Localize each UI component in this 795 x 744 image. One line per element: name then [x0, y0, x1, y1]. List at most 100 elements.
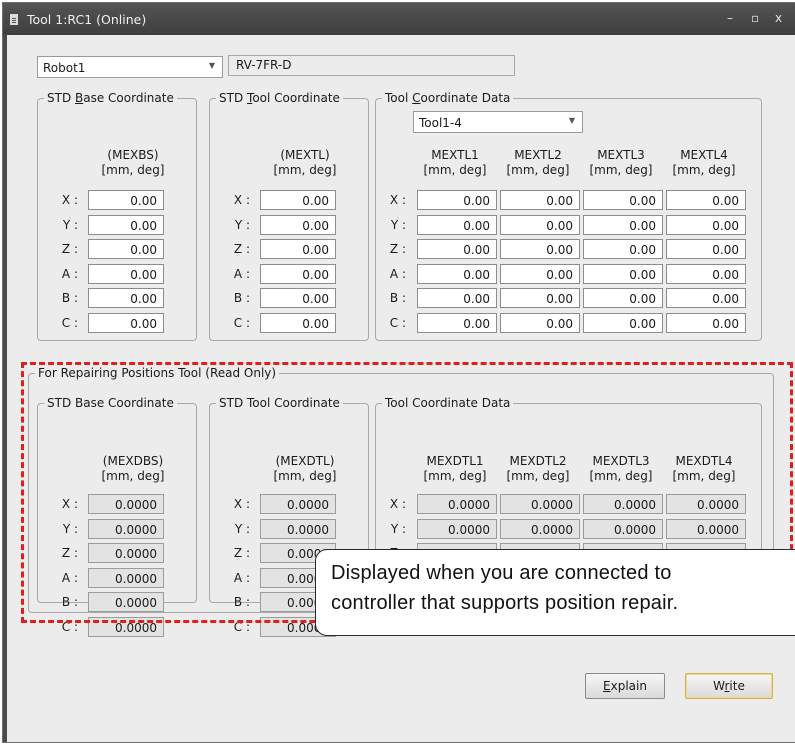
- tool-data-column-header: MEXTL3 [mm, deg]: [579, 148, 663, 178]
- std-tool-value-field[interactable]: 0.00: [260, 214, 336, 235]
- tool-data-value-field[interactable]: 0.00: [583, 312, 663, 333]
- tool-data-column-unit: [mm, deg]: [672, 163, 736, 177]
- repair-tool-data-value-field: 0.0000: [417, 494, 497, 514]
- minimize-button[interactable]: –: [727, 11, 733, 25]
- robot-select[interactable]: Robot1 ▼: [37, 56, 223, 78]
- repair-std-base-axis-label: C :: [61, 619, 78, 634]
- repair-tool-data-value-field: 0.0000: [417, 518, 497, 539]
- tool-data-value-field[interactable]: 0.00: [666, 288, 746, 308]
- repair-tool-data-title: Tool Coordinate Data: [382, 396, 514, 410]
- tool-data-value-field[interactable]: 0.00: [500, 214, 580, 235]
- repair-std-tool-value-field: 0.0000: [260, 518, 336, 539]
- callout-line-2: controller that supports position repair…: [331, 592, 679, 614]
- tool-data-value-field[interactable]: 0.00: [500, 190, 580, 210]
- std-tool-value-field[interactable]: 0.00: [260, 263, 336, 284]
- std-tool-axis-label: A :: [233, 266, 250, 281]
- tool-data-column-unit: [mm, deg]: [589, 163, 653, 177]
- std-base-coordinate-group: STD Base Coordinate (MEXBS) [mm, deg] X :…: [37, 91, 197, 341]
- explain-button[interactable]: Explain: [585, 673, 665, 699]
- repair-tool-data-column-name: MEXDTL3: [592, 454, 650, 468]
- repair-tool-data-column-unit: [mm, deg]: [589, 469, 653, 483]
- window-title: Tool 1:RC1 (Online): [27, 12, 147, 27]
- repair-std-tool-axis-label: Y :: [234, 521, 250, 536]
- std-base-axis-label: A :: [61, 266, 78, 281]
- repair-std-base-axis-label: A :: [61, 570, 78, 585]
- std-base-value-field[interactable]: 0.00: [88, 288, 164, 308]
- tool-data-value-field[interactable]: 0.00: [583, 263, 663, 284]
- std-base-axis-label: Z :: [61, 242, 78, 256]
- tool-select[interactable]: Tool1-4 ▼: [413, 111, 583, 133]
- repair-tool-data-axis-label: X :: [389, 497, 406, 511]
- repair-std-tool-axis-label: Z :: [233, 546, 250, 560]
- tool-data-axis-label: Y :: [390, 217, 406, 232]
- repair-tool-data-column-unit: [mm, deg]: [423, 469, 487, 483]
- tool-data-axis-label: B :: [389, 291, 406, 305]
- tool-data-value-field[interactable]: 0.00: [417, 288, 497, 308]
- std-base-group-title: STD Base Coordinate: [44, 91, 177, 105]
- tool-data-value-field[interactable]: 0.00: [417, 263, 497, 284]
- repair-std-base-value-field: 0.0000: [88, 543, 164, 563]
- tool-data-value-field[interactable]: 0.00: [666, 239, 746, 259]
- repair-tool-data-value-field: 0.0000: [500, 518, 580, 539]
- repair-std-tool-value-field: 0.0000: [260, 494, 336, 514]
- tool-data-value-field[interactable]: 0.00: [417, 239, 497, 259]
- std-base-value-field[interactable]: 0.00: [88, 239, 164, 259]
- repair-std-tool-axis-label: A :: [233, 570, 250, 585]
- close-button[interactable]: x: [775, 11, 782, 25]
- repair-std-tool-axis-label: X :: [233, 497, 250, 511]
- title-bar[interactable]: Tool 1:RC1 (Online) – ▫ x: [3, 3, 795, 35]
- tool-data-value-field[interactable]: 0.00: [583, 288, 663, 308]
- std-tool-var-label: (MEXTL) [mm, deg]: [273, 148, 337, 177]
- tool-data-column-name: MEXTL1: [431, 148, 479, 162]
- tool-data-group-title: Tool Coordinate Data: [382, 91, 514, 105]
- repair-group-title: For Repairing Positions Tool (Read Only): [35, 366, 280, 380]
- write-button[interactable]: Write: [685, 673, 773, 699]
- tool-data-value-field[interactable]: 0.00: [417, 190, 497, 210]
- maximize-button[interactable]: ▫: [751, 11, 759, 25]
- std-tool-value-field[interactable]: 0.00: [260, 239, 336, 259]
- tool-data-value-field[interactable]: 0.00: [500, 312, 580, 333]
- repair-tool-data-value-field: 0.0000: [583, 494, 663, 514]
- tool-data-axis-label: Z :: [389, 242, 406, 256]
- repair-std-base-value-field: 0.0000: [88, 494, 164, 514]
- std-tool-value-field[interactable]: 0.00: [260, 190, 336, 210]
- tool-data-column-name: MEXTL3: [597, 148, 645, 162]
- tool-data-value-field[interactable]: 0.00: [417, 312, 497, 333]
- repair-tool-data-value-field: 0.0000: [583, 518, 663, 539]
- tool-data-value-field[interactable]: 0.00: [583, 214, 663, 235]
- std-base-value-field[interactable]: 0.00: [88, 190, 164, 210]
- tool-data-value-field[interactable]: 0.00: [500, 288, 580, 308]
- std-base-value-field[interactable]: 0.00: [88, 214, 164, 235]
- tool-data-column-header: MEXTL2 [mm, deg]: [496, 148, 580, 178]
- callout-line-1: Displayed when you are connected to: [331, 562, 672, 584]
- tool-data-axis-label: X :: [389, 193, 406, 207]
- tool-data-value-field[interactable]: 0.00: [500, 239, 580, 259]
- chevron-down-icon: ▼: [568, 116, 575, 125]
- chevron-down-icon: ▼: [208, 61, 215, 70]
- repair-std-base-value-field: 0.0000: [88, 567, 164, 588]
- tool-data-value-field[interactable]: 0.00: [666, 214, 746, 235]
- repair-tool-data-axis-label: Y :: [390, 521, 406, 536]
- std-base-axis-label: B :: [61, 291, 78, 305]
- tool-data-value-field[interactable]: 0.00: [666, 190, 746, 210]
- std-tool-value-field[interactable]: 0.00: [260, 288, 336, 308]
- tool-data-value-field[interactable]: 0.00: [666, 312, 746, 333]
- std-tool-axis-label: C :: [233, 315, 250, 330]
- repair-std-base-value-field: 0.0000: [88, 616, 164, 637]
- tool-data-value-field[interactable]: 0.00: [583, 239, 663, 259]
- repair-tool-data-column-unit: [mm, deg]: [506, 469, 570, 483]
- repair-std-base-axis-label: X :: [61, 497, 78, 511]
- tool-data-value-field[interactable]: 0.00: [666, 263, 746, 284]
- std-base-value-field[interactable]: 0.00: [88, 312, 164, 333]
- repair-std-tool-axis-label: B :: [233, 595, 250, 609]
- std-tool-axis-label: Z :: [233, 242, 250, 256]
- std-base-axis-label: C :: [61, 315, 78, 330]
- tool-data-value-field[interactable]: 0.00: [500, 263, 580, 284]
- tool-data-value-field[interactable]: 0.00: [417, 214, 497, 235]
- tool-data-value-field[interactable]: 0.00: [583, 190, 663, 210]
- repair-tool-data-column-header: MEXDTL2 [mm, deg]: [496, 454, 580, 484]
- std-tool-value-field[interactable]: 0.00: [260, 312, 336, 333]
- std-base-value-field[interactable]: 0.00: [88, 263, 164, 284]
- repair-std-base-axis-label: Z :: [61, 546, 78, 560]
- repair-tool-data-value-field: 0.0000: [666, 518, 746, 539]
